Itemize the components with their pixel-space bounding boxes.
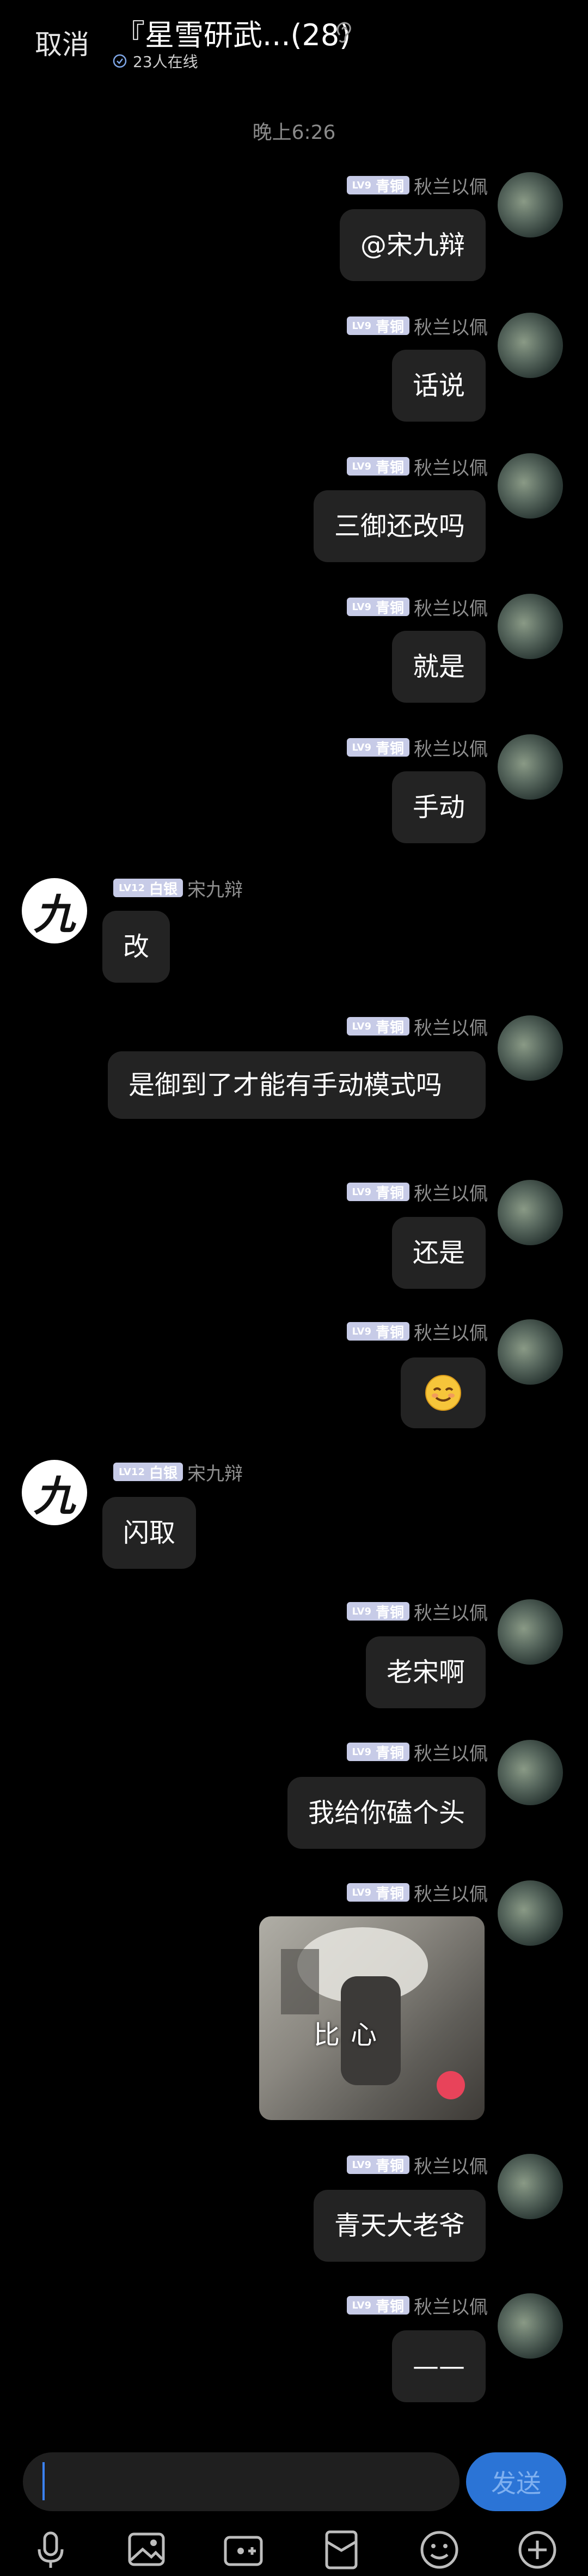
sender-name: 宋九辩 (187, 1463, 243, 1485)
avatar-self[interactable] (498, 1740, 563, 1805)
message-bubble[interactable]: @宋九辩 (339, 209, 486, 281)
sender-name: 秋兰以佩 (414, 1602, 488, 1624)
sender-meta: LV9 青铜 秋兰以佩 (346, 738, 488, 760)
avatar-song[interactable]: 九 (22, 1460, 87, 1525)
sender-meta: LV9 青铜 秋兰以佩 (346, 1883, 488, 1905)
avatar-self[interactable] (498, 1319, 563, 1385)
online-status: 23人在线 (112, 50, 198, 72)
message-bubble[interactable] (401, 1357, 486, 1428)
group-title[interactable]: 『星雪研武...(28) (115, 11, 351, 54)
timestamp: 晚上6:26 (252, 121, 336, 144)
sender-name: 秋兰以佩 (414, 2155, 488, 2178)
sender-name: 秋兰以佩 (414, 738, 488, 760)
image-icon[interactable] (122, 2525, 171, 2574)
level-badge: LV9 青铜 (346, 738, 409, 757)
sender-meta: LV12 白银 宋九辩 (113, 878, 243, 901)
avatar-self[interactable] (498, 2293, 563, 2359)
message-bubble[interactable]: 青天大老爷 (313, 2190, 486, 2262)
level-badge: LV9 青铜 (346, 1183, 409, 1202)
ear-icon (336, 22, 351, 43)
message-bubble[interactable]: 三御还改吗 (313, 490, 486, 562)
level-badge: LV9 青铜 (346, 598, 409, 617)
online-icon (113, 54, 127, 68)
sender-meta: LV9 青铜 秋兰以佩 (346, 1182, 488, 1205)
emoji-icon[interactable] (415, 2525, 464, 2574)
avatar-self[interactable] (498, 734, 563, 800)
message-bubble[interactable]: 手动 (391, 771, 486, 843)
camera-icon[interactable] (219, 2525, 268, 2574)
sticker-image[interactable]: 比心 (259, 1916, 485, 2120)
sender-name: 秋兰以佩 (414, 598, 488, 620)
sender-name: 秋兰以佩 (414, 316, 488, 339)
sender-name: 秋兰以佩 (414, 2296, 488, 2318)
voice-icon[interactable] (26, 2525, 75, 2574)
level-badge: LV9 青铜 (346, 176, 409, 195)
message-bubble[interactable]: 闪取 (102, 1497, 197, 1569)
avatar-glyph: 九 (34, 1472, 75, 1520)
sender-meta: LV9 青铜 秋兰以佩 (346, 1742, 488, 1765)
relieved-face-icon (425, 1375, 461, 1411)
chat-header: 取消 『星雪研武...(28) 23人在线 (0, 0, 588, 82)
sender-meta: LV9 青铜 秋兰以佩 (346, 1601, 488, 1624)
sender-name: 宋九辩 (187, 879, 243, 901)
message-bubble[interactable]: 还是 (391, 1217, 486, 1289)
online-count: 23人在线 (133, 53, 198, 71)
plus-icon[interactable] (513, 2525, 562, 2574)
avatar-self[interactable] (498, 1015, 563, 1081)
sender-meta: LV9 青铜 秋兰以佩 (346, 597, 488, 620)
sender-name: 秋兰以佩 (414, 1183, 488, 1205)
cancel-button[interactable]: 取消 (35, 23, 89, 62)
avatar-self[interactable] (498, 594, 563, 659)
sender-meta: LV9 青铜 秋兰以佩 (346, 1322, 488, 1344)
avatar-self[interactable] (498, 172, 563, 237)
sender-meta: LV9 青铜 秋兰以佩 (346, 175, 488, 198)
message-bubble[interactable]: 改 (102, 911, 170, 983)
avatar-self[interactable] (498, 1599, 563, 1665)
level-badge: LV9 青铜 (346, 316, 409, 336)
message-input[interactable] (23, 2452, 460, 2511)
level-badge: LV9 青铜 (346, 1743, 409, 1762)
message-bubble[interactable]: 老宋啊 (365, 1636, 486, 1708)
level-badge: LV9 青铜 (346, 457, 409, 476)
sender-name: 秋兰以佩 (414, 1743, 488, 1765)
message-bubble[interactable]: 是御到了才能有手动模式吗 (108, 1051, 486, 1119)
sender-name: 秋兰以佩 (414, 1322, 488, 1344)
text-caret (42, 2462, 45, 2500)
message-bubble[interactable]: 话说 (391, 350, 486, 422)
level-badge: LV12 白银 (113, 1463, 183, 1482)
sender-meta: LV9 青铜 秋兰以佩 (346, 2295, 488, 2318)
avatar-song[interactable]: 九 (22, 878, 87, 943)
red-packet-icon[interactable] (317, 2525, 366, 2574)
avatar-self[interactable] (498, 313, 563, 378)
sender-name: 秋兰以佩 (414, 457, 488, 479)
level-badge: LV12 白银 (113, 879, 183, 898)
level-badge: LV9 青铜 (346, 1602, 409, 1621)
message-bubble[interactable]: —— (392, 2330, 486, 2402)
send-button[interactable]: 发送 (466, 2452, 566, 2511)
sender-meta: LV9 青铜 秋兰以佩 (346, 316, 488, 339)
chat-screen: { "header": { "cancel_label": "取消", "tit… (0, 0, 588, 2576)
sender-name: 秋兰以佩 (414, 176, 488, 198)
sender-name: 秋兰以佩 (414, 1883, 488, 1905)
sticker-caption: 比心 (314, 2020, 388, 2050)
level-badge: LV9 青铜 (346, 2155, 409, 2175)
avatar-self[interactable] (498, 453, 563, 519)
sender-meta: LV9 青铜 秋兰以佩 (346, 1016, 488, 1039)
message-bubble[interactable]: 就是 (391, 631, 486, 703)
sender-meta: LV9 青铜 秋兰以佩 (346, 2155, 488, 2178)
avatar-self[interactable] (498, 2154, 563, 2219)
level-badge: LV9 青铜 (346, 2296, 409, 2315)
sender-name: 秋兰以佩 (414, 1017, 488, 1039)
level-badge: LV9 青铜 (346, 1322, 409, 1341)
avatar-self[interactable] (498, 1880, 563, 1946)
avatar-self[interactable] (498, 1180, 563, 1245)
level-badge: LV9 青铜 (346, 1883, 409, 1902)
avatar-glyph: 九 (34, 890, 75, 939)
message-bubble[interactable]: 我给你磕个头 (287, 1777, 486, 1849)
sender-meta: LV9 青铜 秋兰以佩 (346, 456, 488, 479)
sender-meta: LV12 白银 宋九辩 (113, 1462, 243, 1485)
level-badge: LV9 青铜 (346, 1017, 409, 1036)
